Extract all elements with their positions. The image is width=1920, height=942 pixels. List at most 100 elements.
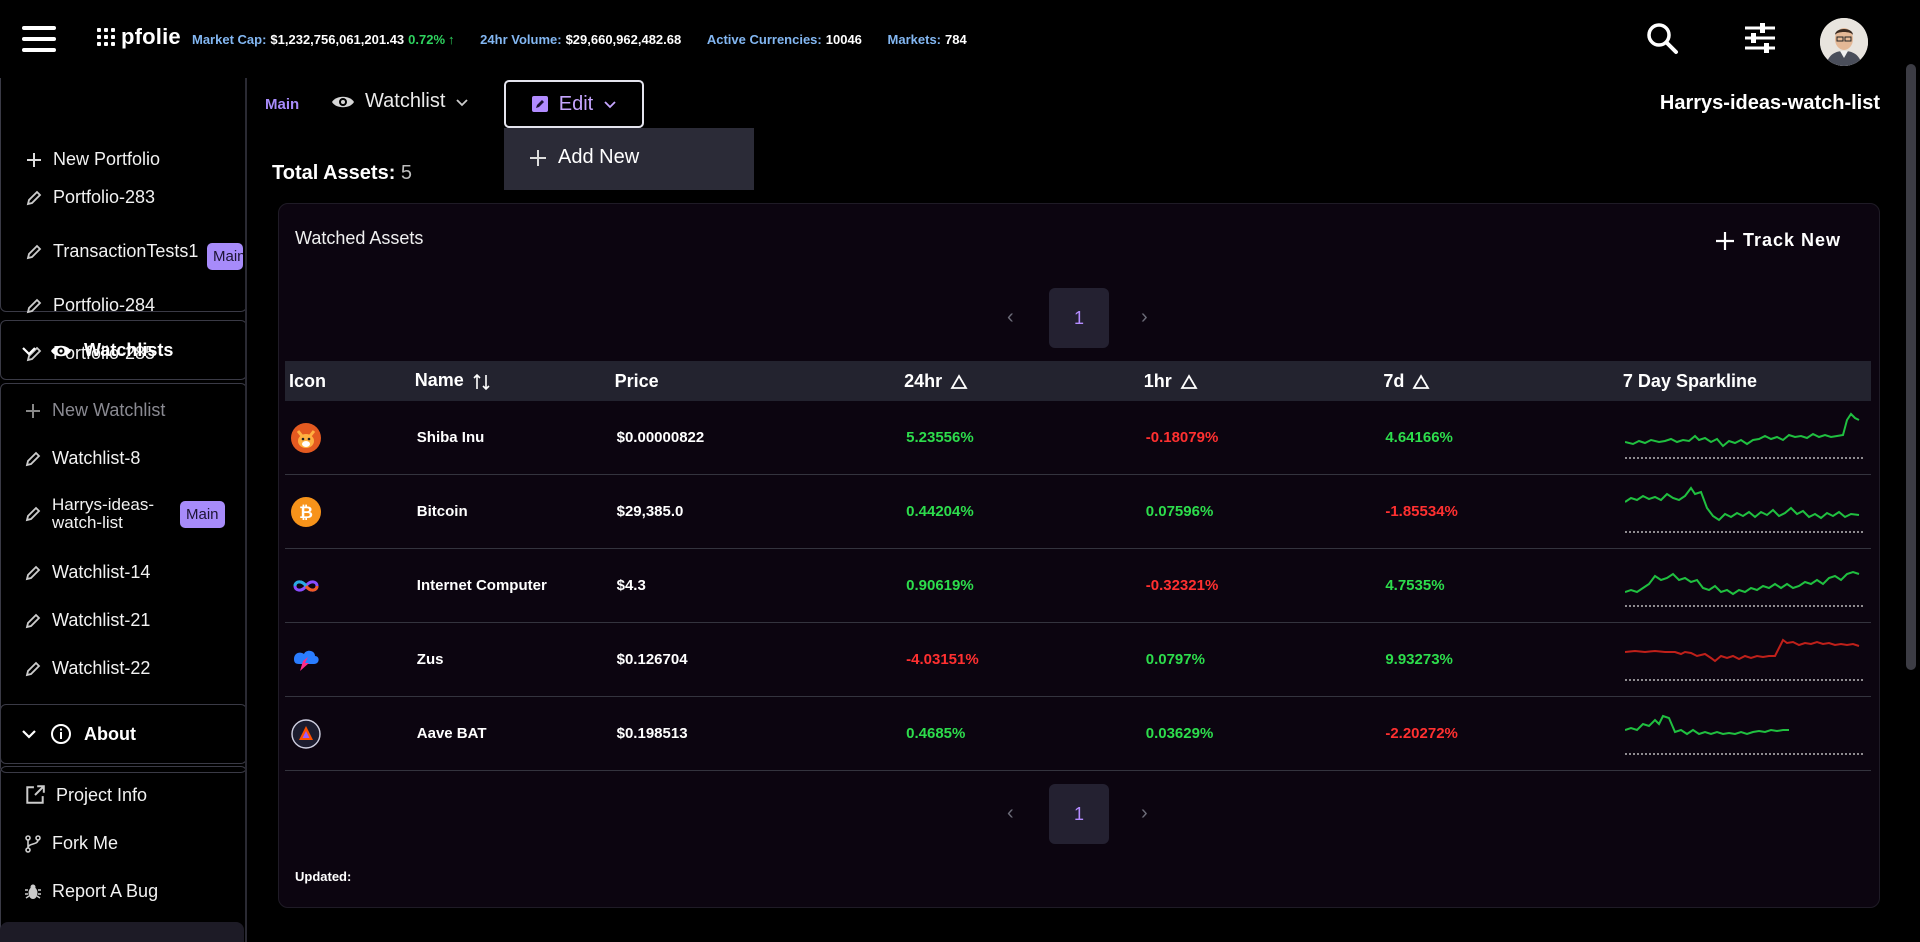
sidebar-item-label: TransactionTests1 [53, 241, 199, 261]
col-name[interactable]: Name [411, 361, 611, 401]
total-assets-value: 5 [400, 162, 413, 184]
table-row[interactable]: Internet Computer $4.3 0.90619% -0.32321… [285, 548, 1871, 623]
cell-24hr: 5.23556% [900, 401, 1140, 475]
sidebar-item-watchlist-22[interactable]: Watchlist-22 [24, 658, 150, 679]
menu-icon[interactable] [22, 26, 56, 52]
sparkline [1624, 485, 1863, 533]
cell-7d: -1.85534% [1379, 474, 1619, 549]
watchlists-toggle[interactable]: Watchlists [20, 340, 173, 361]
watchlists-header: Watchlists [84, 340, 174, 360]
triangle-icon [1412, 373, 1430, 389]
col-1hr[interactable]: 1hr [1140, 361, 1380, 401]
sidebar-footer [0, 922, 244, 942]
stat-label: Market Cap: [192, 32, 267, 47]
eye-icon [51, 345, 71, 356]
pencil-icon [25, 506, 41, 522]
bitcoin-icon: ₿ [291, 496, 321, 527]
track-new-button[interactable]: Track New [1715, 230, 1841, 251]
logo[interactable]: pfolie [97, 24, 181, 50]
sidebar-item-watchlist-21[interactable]: Watchlist-21 [24, 610, 150, 631]
card-title: Watched Assets [295, 228, 424, 248]
cell-icon [285, 401, 411, 475]
avatar[interactable] [1820, 18, 1868, 66]
cell-icon [285, 696, 411, 771]
chevron-right-icon[interactable]: › [1141, 306, 1148, 329]
scrollbar[interactable] [1906, 64, 1916, 670]
triangle-icon [950, 373, 968, 389]
col-name-label: Name [414, 370, 464, 391]
cell-name: Internet Computer [410, 548, 611, 623]
sidebar-item-label: Fork Me [52, 833, 119, 853]
col-7d[interactable]: 7d [1379, 361, 1619, 401]
edit-dropdown-button[interactable]: Edit [504, 80, 644, 128]
main-tab[interactable]: Main [265, 96, 299, 113]
sidebar-item-portfolio-283[interactable]: Portfolio-283 [25, 187, 155, 208]
cell-icon: ₿ [285, 474, 411, 549]
add-new-menu-item[interactable]: Add New [528, 146, 639, 169]
table-row[interactable]: Shiba Inu $0.00000822 5.23556% -0.18079%… [285, 401, 1871, 475]
chevron-left-icon[interactable]: ‹ [1007, 802, 1014, 825]
sidebar-item-label: Portfolio-283 [53, 187, 156, 207]
cell-1hr: -0.18079% [1139, 401, 1380, 475]
chevron-right-icon[interactable]: › [1141, 802, 1148, 825]
sidebar-item-watchlist-8[interactable]: Watchlist-8 [24, 448, 140, 469]
stat-value: 10046 [825, 32, 862, 47]
sidebar-item-portfolio-284[interactable]: Portfolio-284 [25, 295, 155, 316]
about-toggle[interactable]: About [20, 723, 136, 745]
chevron-down-icon [22, 346, 36, 356]
cell-price: $29,385.0 [610, 474, 901, 549]
cell-1hr: 0.03629% [1139, 696, 1380, 771]
main-badge: Main [180, 501, 225, 528]
updated-label: Updated: [295, 869, 352, 884]
stat-market-cap: Market Cap: $1,232,756,061,201.43 0.72% ↑ [192, 32, 458, 47]
sliders-icon[interactable] [1742, 20, 1778, 56]
watchlist-label: Watchlist [365, 90, 446, 112]
cell-name: Bitcoin [410, 474, 611, 549]
sidebar-item-label: Harrys-ideas- watch-list [52, 496, 154, 532]
pencil-icon [25, 565, 41, 580]
cell-24hr: 0.90619% [900, 548, 1140, 623]
table-row[interactable]: Aave BAT $0.198513 0.4685% 0.03629% -2.2… [285, 696, 1871, 771]
cell-24hr: 0.44204% [900, 474, 1140, 549]
chevron-down-icon [604, 101, 616, 109]
new-portfolio-button[interactable]: New Portfolio [25, 149, 160, 170]
sidebar: New Portfolio Portfolio-283 TransactionT… [0, 78, 247, 942]
edit-icon [531, 96, 548, 112]
sidebar-item-watchlist-14[interactable]: Watchlist-14 [24, 562, 150, 583]
table-row[interactable]: Zus $0.126704 -4.03151% 0.0797% 9.93273% [285, 622, 1871, 697]
plus-icon [26, 403, 40, 418]
cell-icon [285, 622, 411, 697]
triangle-icon [1180, 373, 1198, 389]
total-assets-label: Total Assets: [272, 162, 396, 184]
sidebar-item-transactiontests1[interactable]: TransactionTests1 [25, 241, 198, 262]
add-new-label: Add New [558, 146, 640, 168]
stat-volume: 24hr Volume: $29,660,962,482.68 [480, 32, 685, 47]
col-24hr-label: 24hr [904, 370, 943, 391]
watchlist-dropdown[interactable]: Watchlist [331, 90, 469, 113]
project-info-link[interactable]: Project Info [24, 784, 147, 806]
stat-label: Active Currencies: [706, 32, 822, 47]
pencil-icon [25, 661, 41, 676]
new-watchlist-button[interactable]: New Watchlist [24, 400, 165, 421]
report-bug-link[interactable]: Report A Bug [24, 881, 158, 902]
page-button[interactable]: 1 [1049, 784, 1109, 844]
cell-sparkline [1618, 622, 1871, 697]
cell-7d: -2.20272% [1379, 696, 1619, 771]
table-row[interactable]: ₿ Bitcoin $29,385.0 0.44204% 0.07596% -1… [285, 474, 1871, 549]
stat-value: 784 [945, 32, 967, 47]
col-24hr[interactable]: 24hr [900, 361, 1140, 401]
cell-price: $4.3 [610, 548, 901, 623]
sparkline [1624, 637, 1863, 681]
fork-me-link[interactable]: Fork Me [24, 833, 118, 854]
sidebar-item-label: Report A Bug [52, 881, 159, 901]
track-new-label: Track New [1742, 230, 1841, 250]
sort-icon[interactable] [472, 372, 492, 392]
chevron-left-icon[interactable]: ‹ [1007, 306, 1014, 329]
search-icon[interactable] [1644, 20, 1680, 56]
watched-assets-card: Watched Assets Track New ‹ 1 › Icon Name… [278, 203, 1880, 908]
page-button[interactable]: 1 [1049, 288, 1109, 348]
sidebar-item-harrys-ideas-watch-list[interactable]: Harrys-ideas- watch-list [24, 496, 154, 532]
cell-7d: 4.7535% [1379, 548, 1619, 623]
col-price: Price [614, 370, 659, 391]
external-link-icon [26, 785, 45, 804]
